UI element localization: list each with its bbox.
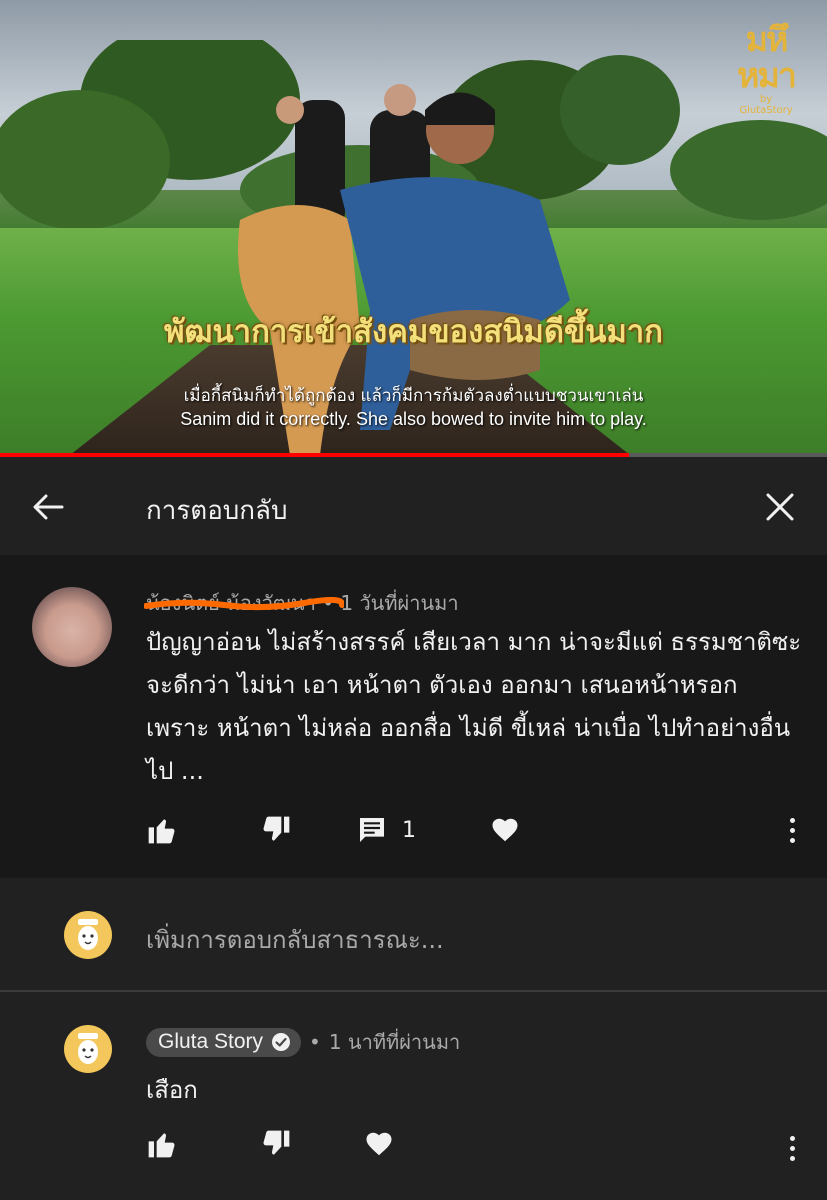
video-player[interactable]: มหึ หมา by GlutaStory พัฒนาการเข้าสังคมข…	[0, 0, 827, 455]
dislike-button[interactable]	[260, 814, 292, 846]
subtitle-english: Sanim did it correctly. She also bowed t…	[180, 409, 647, 429]
reply-more-options-button[interactable]	[780, 1128, 804, 1168]
like-button[interactable]	[146, 814, 178, 846]
thumbs-up-icon	[148, 819, 175, 844]
video-title-overlay: พัฒนาการเข้าสังคมของสนิมดีขึ้นมาก	[164, 314, 663, 350]
reply-time: 1 นาทีที่ผ่านมา	[328, 1030, 461, 1054]
parent-comment: น้องนิตย์ น้องวัฒนา • 1 วันที่ผ่านมา ปัญ…	[0, 555, 827, 878]
avatar[interactable]	[32, 587, 112, 667]
add-reply-row[interactable]: เพิ่มการตอบกลับสาธารณะ...	[0, 878, 827, 992]
header-title: การตอบกลับ	[146, 496, 288, 526]
more-options-button[interactable]	[780, 810, 804, 850]
reply-meta: Gluta Story • 1 นาทีที่ผ่านมา	[146, 1026, 460, 1058]
redaction-scribble	[144, 597, 344, 611]
comment-icon	[360, 818, 384, 842]
reply-separator: •	[309, 1030, 321, 1054]
comment-actions: 1	[146, 810, 520, 850]
comment-text: ปัญญาอ่อน ไม่สร้างสรรค์ เสียเวลา มาก น่า…	[146, 628, 802, 785]
reply-author-chip[interactable]: Gluta Story	[146, 1027, 302, 1057]
reply-text: เสือก	[146, 1076, 198, 1104]
reply-like-button[interactable]	[146, 1128, 178, 1160]
reply-comment: Gluta Story • 1 นาทีที่ผ่านมา เสือก	[0, 994, 827, 1200]
channel-avatar	[64, 911, 112, 959]
reply-actions	[146, 1124, 394, 1164]
llama-icon	[78, 1033, 98, 1064]
reply-avatar[interactable]	[64, 1025, 112, 1073]
channel-logo: มหึ หมา by GlutaStory	[735, 22, 797, 117]
subtitle-thai: เมื่อกี้สนิมก็ทำได้ถูกต้อง แล้วก็มีการก้…	[183, 386, 644, 406]
heart-icon	[492, 818, 518, 842]
llama-icon	[78, 919, 98, 950]
reply-dislike-button[interactable]	[260, 1128, 292, 1160]
back-button[interactable]	[28, 487, 68, 527]
close-button[interactable]	[760, 487, 800, 527]
close-icon	[766, 493, 794, 521]
reply-heart-button[interactable]	[364, 1129, 394, 1159]
heart-icon	[366, 1132, 392, 1156]
logo-glyph: มหึ หมา	[737, 20, 797, 96]
logo-sub: by GlutaStory	[739, 94, 793, 116]
comment-time: 1 วันที่ผ่านมา	[340, 591, 459, 615]
heart-button[interactable]	[490, 815, 520, 845]
comment-author[interactable]: น้องนิตย์ น้องวัฒนา	[144, 591, 344, 615]
verified-check-icon	[272, 1032, 291, 1051]
thumbs-up-icon	[148, 1133, 175, 1158]
thumbs-down-icon	[263, 1130, 290, 1155]
thumbs-down-icon	[263, 816, 290, 841]
comment-meta: น้องนิตย์ น้องวัฒนา • 1 วันที่ผ่านมา	[144, 587, 459, 619]
reply-author: Gluta Story	[158, 1029, 264, 1053]
reply-count: 1	[402, 817, 416, 843]
replies-header: การตอบกลับ	[0, 457, 827, 555]
arrow-left-icon	[33, 494, 64, 520]
reply-count-button[interactable]: 1	[356, 814, 416, 846]
reply-input[interactable]: เพิ่มการตอบกลับสาธารณะ...	[146, 920, 444, 959]
